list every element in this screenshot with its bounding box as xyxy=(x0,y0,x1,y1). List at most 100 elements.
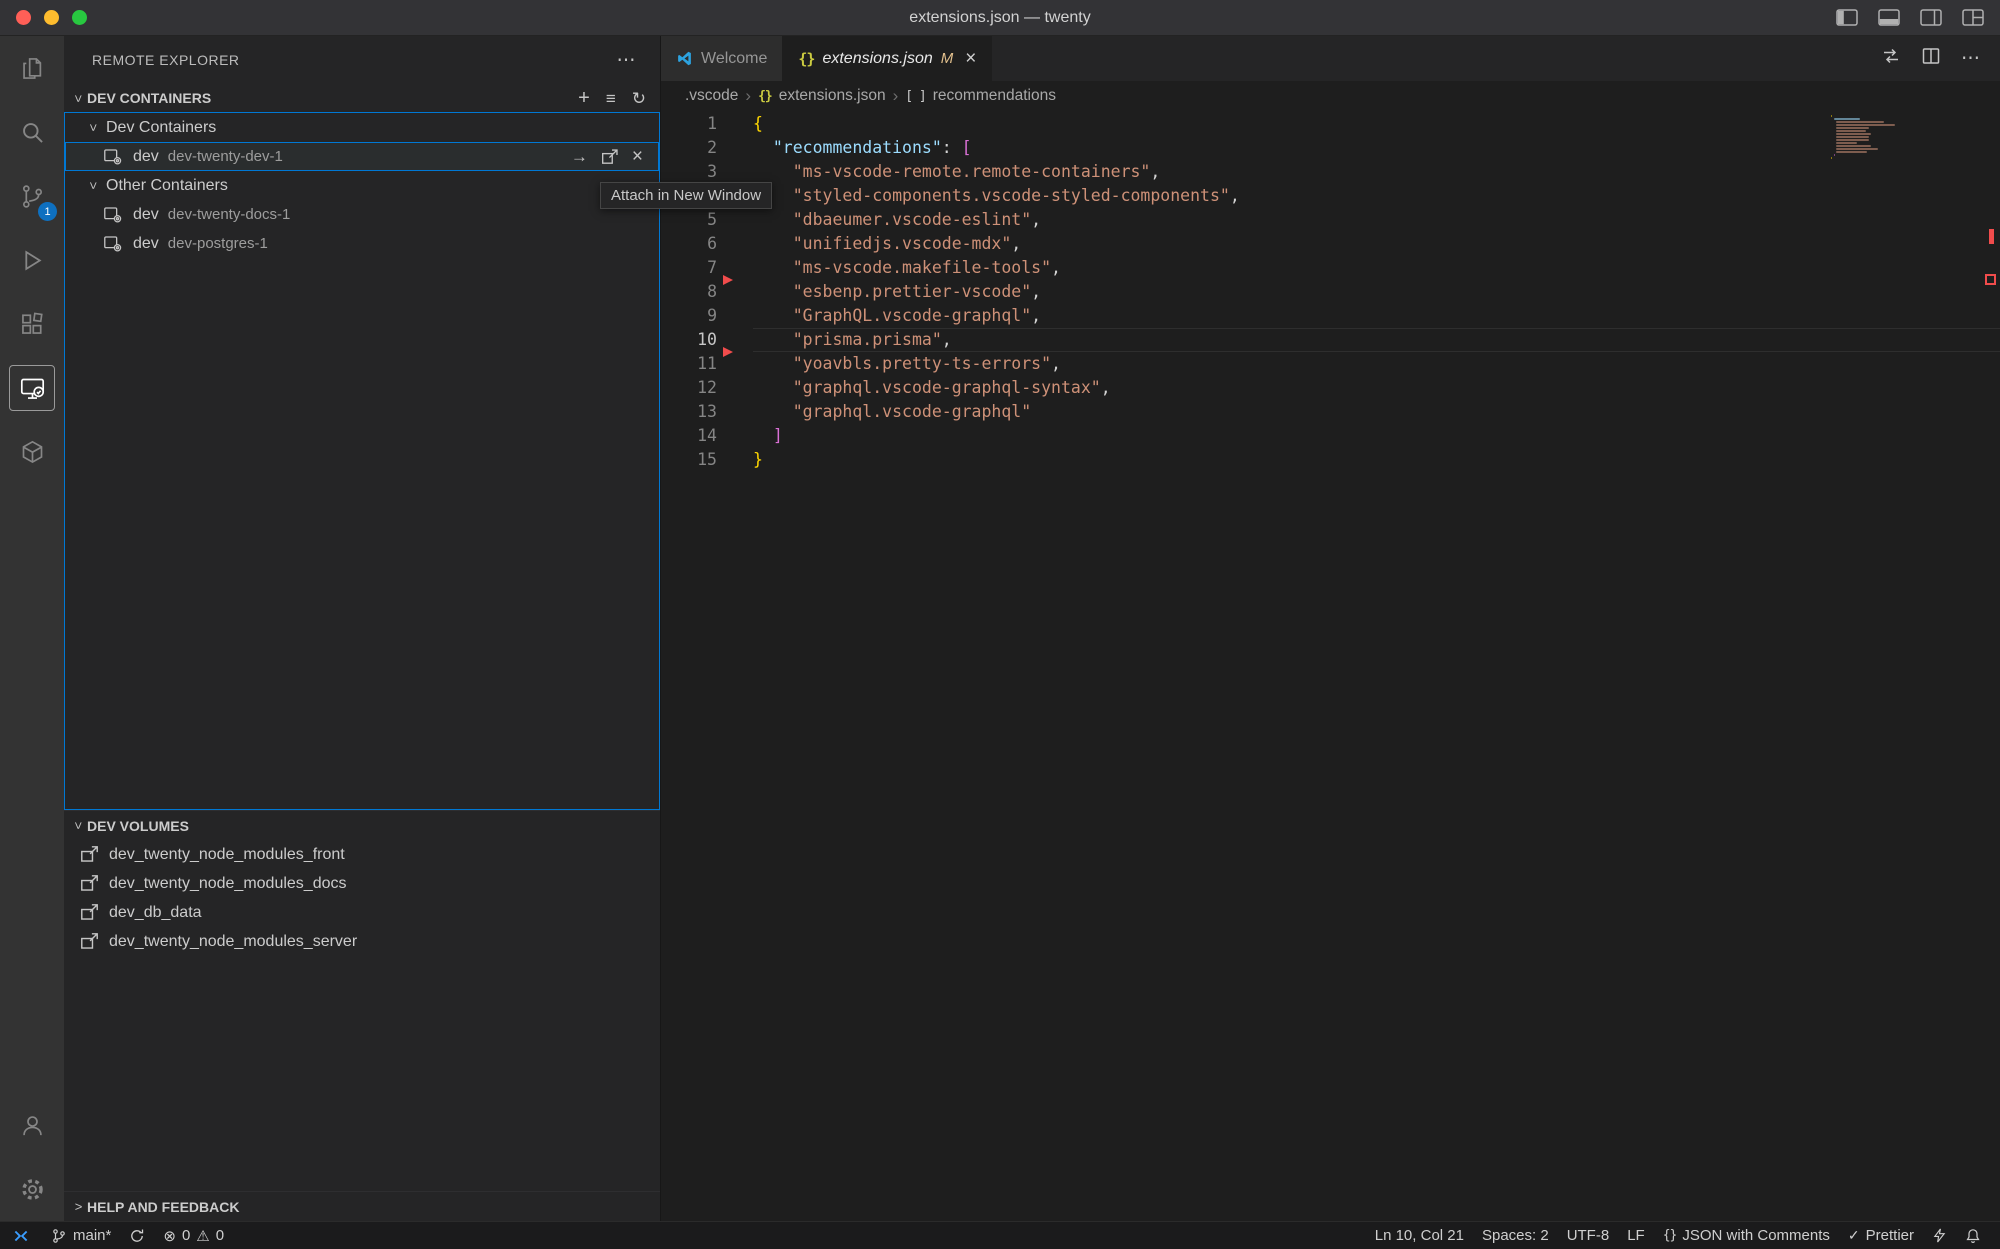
sync-changes-button[interactable] xyxy=(120,1222,154,1249)
code-text[interactable]: "styled-components.vscode-styled-compone… xyxy=(753,184,2000,208)
cursor-position[interactable]: Ln 10, Col 21 xyxy=(1366,1222,1473,1249)
code-text[interactable]: "graphql.vscode-graphql-syntax", xyxy=(753,376,2000,400)
line-number[interactable]: 5 xyxy=(661,208,717,232)
tab-welcome[interactable]: Welcome xyxy=(661,36,783,81)
sidebar-item-search[interactable] xyxy=(0,100,64,164)
tree-item-dev-twenty-dev-1[interactable]: dev dev-twenty-dev-1 → × xyxy=(65,142,659,171)
tree-item-dev-postgres-1[interactable]: dev dev-postgres-1 xyxy=(65,229,659,258)
more-actions-icon[interactable]: ⋯ xyxy=(617,49,637,72)
code-area[interactable]: 1{2 "recommendations": [3 "ms-vscode-rem… xyxy=(661,111,2000,1221)
feedback-icon[interactable] xyxy=(1923,1222,1956,1249)
indentation-status[interactable]: Spaces: 2 xyxy=(1473,1222,1558,1249)
line-number[interactable]: 9 xyxy=(661,304,717,328)
remote-indicator[interactable] xyxy=(0,1222,42,1249)
sidebar-item-source-control[interactable]: 1 xyxy=(0,164,64,228)
line-number[interactable]: 13 xyxy=(661,400,717,424)
code-line[interactable]: 1{ xyxy=(661,112,2000,136)
tree-group-other-containers[interactable]: > Other Containers xyxy=(65,171,659,200)
code-text[interactable]: "unifiedjs.vscode-mdx", xyxy=(753,232,2000,256)
gutter[interactable] xyxy=(717,232,753,256)
volume-item[interactable]: dev_twenty_node_modules_front xyxy=(64,840,660,869)
code-text[interactable]: "esbenp.prettier-vscode", xyxy=(753,280,2000,304)
line-number[interactable]: 7 xyxy=(661,256,717,280)
close-window-button[interactable] xyxy=(16,10,31,25)
code-text[interactable]: "recommendations": [ xyxy=(753,136,2000,160)
new-dev-container-icon[interactable]: + xyxy=(578,88,590,108)
line-number[interactable]: 8 xyxy=(661,280,717,304)
breadcrumb-item-file[interactable]: extensions.json xyxy=(779,87,886,105)
code-line[interactable]: 13 "graphql.vscode-graphql" xyxy=(661,400,2000,424)
code-line[interactable]: 12 "graphql.vscode-graphql-syntax", xyxy=(661,376,2000,400)
section-header-dev-containers[interactable]: > DEV CONTAINERS + ≡ ↻ xyxy=(64,84,660,112)
code-line[interactable]: 14 ] xyxy=(661,424,2000,448)
code-text[interactable]: "ms-vscode-remote.remote-containers", xyxy=(753,160,2000,184)
code-line[interactable]: 9 "GraphQL.vscode-graphql", xyxy=(661,304,2000,328)
line-number[interactable]: 2 xyxy=(661,136,717,160)
code-text[interactable]: "GraphQL.vscode-graphql", xyxy=(753,304,2000,328)
code-text[interactable]: "prisma.prisma", xyxy=(753,328,2000,352)
notifications-bell-icon[interactable] xyxy=(1956,1222,1990,1249)
line-number[interactable]: 15 xyxy=(661,448,717,472)
sidebar-item-containers[interactable] xyxy=(0,420,64,484)
gutter[interactable] xyxy=(717,400,753,424)
line-number[interactable]: 3 xyxy=(661,160,717,184)
code-text[interactable]: "yoavbls.pretty-ts-errors", xyxy=(753,352,2000,376)
minimap[interactable] xyxy=(1831,115,1901,160)
gutter[interactable] xyxy=(717,304,753,328)
line-number[interactable]: 10 xyxy=(661,328,717,352)
split-editor-icon[interactable] xyxy=(1921,46,1941,71)
code-text[interactable]: "graphql.vscode-graphql" xyxy=(753,400,2000,424)
gutter[interactable] xyxy=(717,136,753,160)
attach-new-window-icon[interactable] xyxy=(601,148,619,166)
sidebar-item-explorer[interactable] xyxy=(0,36,64,100)
volume-item[interactable]: dev_twenty_node_modules_docs xyxy=(64,869,660,898)
sidebar-item-remote-explorer[interactable] xyxy=(0,356,64,420)
zoom-window-button[interactable] xyxy=(72,10,87,25)
gutter[interactable] xyxy=(717,448,753,472)
code-text[interactable]: { xyxy=(753,112,2000,136)
gutter[interactable] xyxy=(717,424,753,448)
sidebar-item-run-debug[interactable] xyxy=(0,228,64,292)
sidebar-item-settings[interactable] xyxy=(0,1157,64,1221)
code-line[interactable]: 8 "esbenp.prettier-vscode", xyxy=(661,280,2000,304)
code-text[interactable]: "dbaeumer.vscode-eslint", xyxy=(753,208,2000,232)
line-number[interactable]: 12 xyxy=(661,376,717,400)
close-tab-icon[interactable]: × xyxy=(965,49,976,68)
language-mode[interactable]: {} JSON with Comments xyxy=(1654,1222,1839,1249)
attach-current-window-icon[interactable]: → xyxy=(571,148,588,165)
open-changes-icon[interactable] xyxy=(1881,46,1901,71)
filter-icon[interactable]: ≡ xyxy=(606,90,616,107)
gutter[interactable] xyxy=(717,256,753,280)
code-line[interactable]: 10 "prisma.prisma", xyxy=(661,328,2000,352)
sidebar-item-extensions[interactable] xyxy=(0,292,64,356)
breadcrumb-item-vscode[interactable]: .vscode xyxy=(685,87,738,105)
line-number[interactable]: 1 xyxy=(661,112,717,136)
toggle-primary-sidebar-icon[interactable] xyxy=(1836,9,1858,26)
code-line[interactable]: 6 "unifiedjs.vscode-mdx", xyxy=(661,232,2000,256)
tree-group-dev-containers[interactable]: > Dev Containers xyxy=(65,113,659,142)
code-text[interactable]: ] xyxy=(753,424,2000,448)
line-number[interactable]: 6 xyxy=(661,232,717,256)
more-actions-icon[interactable]: ⋯ xyxy=(1961,47,1980,70)
minimize-window-button[interactable] xyxy=(44,10,59,25)
volume-item[interactable]: dev_twenty_node_modules_server xyxy=(64,927,660,956)
tree-item-dev-twenty-docs-1[interactable]: dev dev-twenty-docs-1 xyxy=(65,200,659,229)
line-number[interactable]: 14 xyxy=(661,424,717,448)
customize-layout-icon[interactable] xyxy=(1962,9,1984,26)
code-line[interactable]: 11 "yoavbls.pretty-ts-errors", xyxy=(661,352,2000,376)
gutter[interactable] xyxy=(717,208,753,232)
section-header-help-feedback[interactable]: > HELP AND FEEDBACK xyxy=(64,1191,660,1221)
git-branch-status[interactable]: main* xyxy=(42,1222,120,1249)
section-header-dev-volumes[interactable]: > DEV VOLUMES xyxy=(64,810,660,840)
gutter[interactable] xyxy=(717,376,753,400)
code-text[interactable]: "ms-vscode.makefile-tools", xyxy=(753,256,2000,280)
tab-extensions-json[interactable]: {} extensions.json M × xyxy=(783,36,992,81)
encoding-status[interactable]: UTF-8 xyxy=(1558,1222,1619,1249)
volume-item[interactable]: dev_db_data xyxy=(64,898,660,927)
toggle-secondary-sidebar-icon[interactable] xyxy=(1920,9,1942,26)
gutter[interactable] xyxy=(717,112,753,136)
code-line[interactable]: 4 "styled-components.vscode-styled-compo… xyxy=(661,184,2000,208)
gutter[interactable] xyxy=(717,328,753,352)
refresh-icon[interactable]: ↻ xyxy=(632,90,646,107)
code-line[interactable]: 7 "ms-vscode.makefile-tools", xyxy=(661,256,2000,280)
